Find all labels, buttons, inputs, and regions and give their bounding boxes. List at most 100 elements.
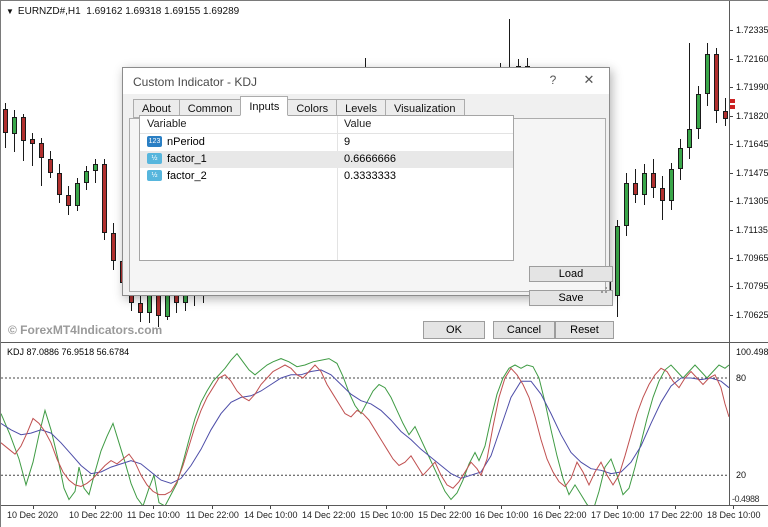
price-tick-label: 1.71820 (736, 111, 768, 121)
indicator-axis-label: 80 (736, 373, 746, 383)
price-tick-mark (730, 144, 733, 145)
time-tick-label: 11 Dec 22:00 (186, 510, 239, 520)
table-row-factor_2[interactable]: ½ factor_2 0.3333333 (140, 168, 513, 185)
variable-name: nPeriod (167, 136, 205, 148)
price-tick-mark (730, 116, 733, 117)
time-tick-mark (386, 506, 387, 509)
time-tick-label: 18 Dec 10:00 (707, 510, 761, 520)
candle-body (651, 173, 656, 188)
table-row-factor_1[interactable]: ½ factor_1 0.6666666 (140, 151, 513, 168)
candle-body (48, 159, 53, 172)
price-axis[interactable]: 1.72335 1.72160 1.71990 1.71820 1.71645 1.714… (730, 1, 768, 506)
variable-name: factor_1 (167, 153, 207, 165)
indicator-axis-label: 20 (736, 470, 746, 480)
time-tick-mark (733, 506, 734, 509)
time-tick-label: 11 Dec 10:00 (127, 510, 180, 520)
cancel-button[interactable]: Cancel (493, 321, 555, 339)
candle-body (678, 148, 683, 170)
table-row-nPeriod[interactable]: 123 nPeriod 9 (140, 134, 513, 151)
candle-body (624, 183, 629, 226)
candle-body (111, 233, 116, 261)
price-tick-mark (730, 230, 733, 231)
variable-value[interactable]: 0.3333333 (344, 168, 396, 185)
time-tick-label: 14 Dec 22:00 (302, 510, 356, 520)
time-tick-mark (153, 506, 154, 509)
indicator-axis-label: 100.4988 (736, 347, 768, 357)
price-tick-label: 1.70625 (736, 310, 768, 320)
mt4-chart-window: ▼EURNZD#,H1 1.69162 1.69318 1.69155 1.69… (0, 0, 768, 527)
candle-body (615, 226, 620, 296)
variable-name: factor_2 (167, 170, 207, 182)
parameters-table[interactable]: Variable Value 123nPeriod9½factor_10.666… (139, 115, 514, 261)
price-tick-label: 1.71645 (736, 139, 768, 149)
candle-body (30, 139, 35, 143)
kdj-values-label: KDJ 87.0886 76.9518 56.6784 (7, 347, 129, 357)
price-tick-mark (730, 201, 733, 202)
candle-wick (32, 133, 33, 166)
time-tick-label: 10 Dec 2020 (7, 510, 58, 520)
variable-value[interactable]: 9 (344, 134, 350, 151)
integer-type-icon: 123 (147, 136, 162, 147)
time-tick-mark (501, 506, 502, 509)
double-type-icon: ½ (147, 170, 162, 181)
candle-body (21, 117, 26, 141)
time-tick-label: 10 Dec 22:00 (69, 510, 123, 520)
price-tick-label: 1.70795 (736, 281, 768, 291)
time-tick-mark (95, 506, 96, 509)
double-type-icon: ½ (147, 153, 162, 164)
quote-line: ▼EURNZD#,H1 1.69162 1.69318 1.69155 1.69… (6, 6, 239, 17)
time-tick-label: 17 Dec 10:00 (591, 510, 645, 520)
tab-inputs[interactable]: Inputs (240, 96, 288, 116)
price-marker (730, 99, 735, 103)
candle-body (696, 94, 701, 129)
candle-body (84, 171, 89, 183)
price-tick-mark (730, 30, 733, 31)
reset-button[interactable]: Reset (555, 321, 614, 339)
candle-body (102, 164, 107, 232)
resize-grip-icon[interactable] (599, 285, 607, 293)
inputs-tab-page: Variable Value 123nPeriod9½factor_10.666… (129, 118, 606, 292)
time-tick-label: 17 Dec 22:00 (649, 510, 703, 520)
price-tick-mark (730, 59, 733, 60)
triangle-down-icon[interactable]: ▼ (6, 7, 14, 16)
price-tick-label: 1.71305 (736, 196, 768, 206)
variable-value[interactable]: 0.6666666 (344, 151, 396, 168)
candle-body (687, 129, 692, 147)
time-tick-mark (33, 506, 34, 509)
candle-body (633, 183, 638, 195)
price-tick-label: 1.71990 (736, 82, 768, 92)
dialog-titlebar[interactable]: Custom Indicator - KDJ ? ✕ (123, 68, 609, 94)
price-tick-label: 1.72335 (736, 25, 768, 35)
candle-body (138, 303, 143, 313)
close-icon[interactable]: ✕ (573, 68, 605, 92)
price-tick-mark (730, 315, 733, 316)
help-icon[interactable]: ? (537, 68, 569, 92)
custom-indicator-dialog: Custom Indicator - KDJ ? ✕ AboutCommonIn… (122, 67, 610, 296)
price-tick-label: 1.71475 (736, 168, 768, 178)
kdj-indicator-panel[interactable] (1, 343, 729, 505)
price-tick-mark (730, 87, 733, 88)
price-tick-label: 1.72160 (736, 54, 768, 64)
time-axis[interactable]: 10 Dec 2020 10 Dec 22:00 11 Dec 10:00 11 De… (1, 506, 768, 527)
candle-body (93, 164, 98, 171)
ok-button[interactable]: OK (423, 321, 485, 339)
time-tick-label: 16 Dec 10:00 (475, 510, 529, 520)
time-tick-mark (675, 506, 676, 509)
column-header-variable: Variable (147, 116, 187, 133)
candle-body (714, 54, 719, 111)
time-tick-mark (617, 506, 618, 509)
time-tick-mark (212, 506, 213, 509)
candle-body (57, 173, 62, 195)
dialog-title: Custom Indicator - KDJ (133, 75, 257, 89)
candle-wick (95, 159, 96, 182)
load-button[interactable]: Load (529, 266, 613, 282)
time-tick-label: 14 Dec 10:00 (244, 510, 298, 520)
time-tick-label: 15 Dec 22:00 (418, 510, 472, 520)
time-tick-mark (328, 506, 329, 509)
price-tick-mark (730, 173, 733, 174)
time-tick-label: 15 Dec 10:00 (360, 510, 414, 520)
price-tick-label: 1.70965 (736, 253, 768, 263)
candle-body (642, 173, 647, 195)
ohlc-values: 1.69162 1.69318 1.69155 1.69289 (86, 6, 239, 17)
time-tick-mark (270, 506, 271, 509)
